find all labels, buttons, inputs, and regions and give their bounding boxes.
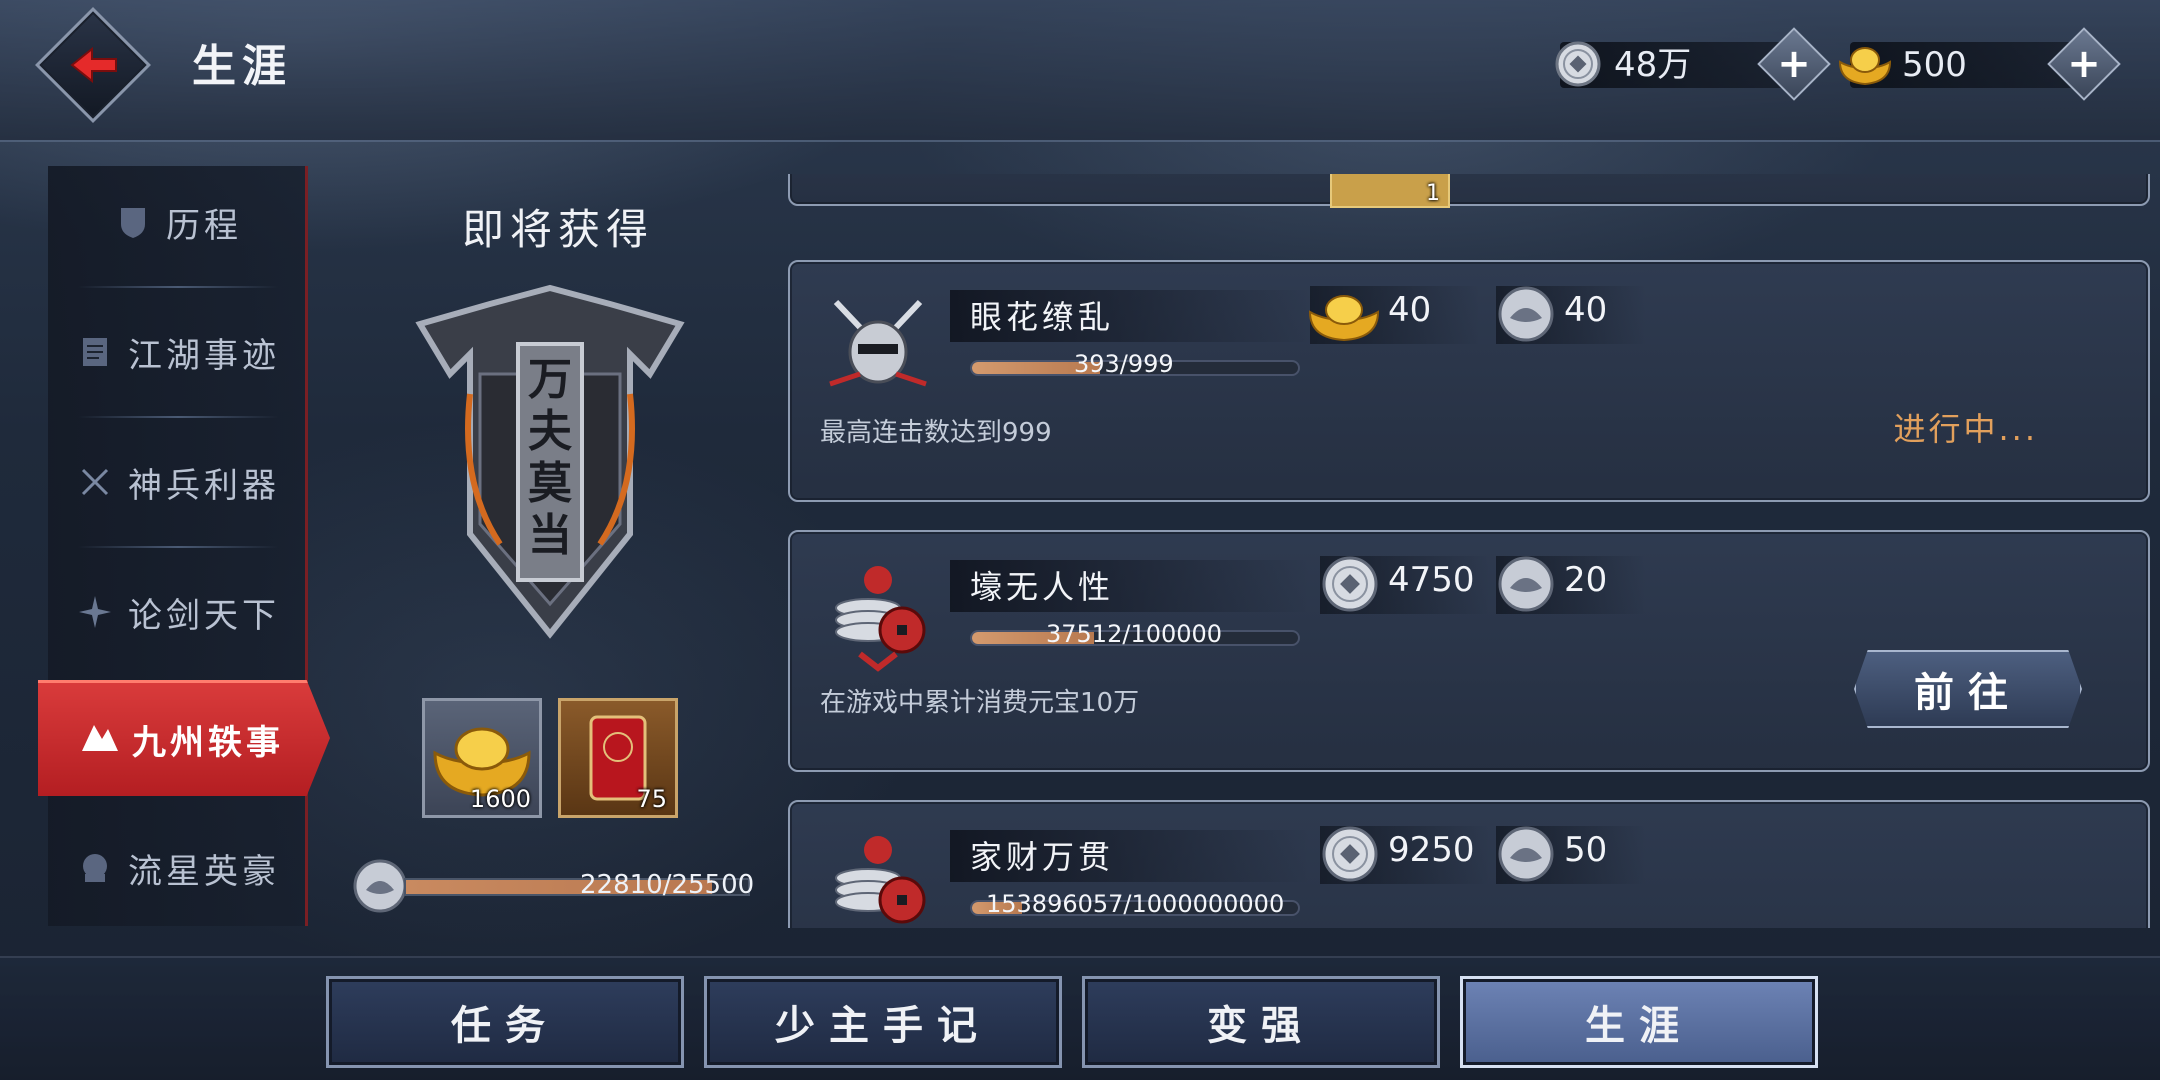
bottom-nav-bar bbox=[0, 956, 2160, 1080]
achievement-card: 1 bbox=[788, 174, 2150, 208]
reward-value: 50 bbox=[1564, 830, 1608, 870]
reward-value: 9250 bbox=[1388, 830, 1475, 870]
mountain-icon bbox=[80, 717, 120, 762]
nav-tab-notes[interactable]: 少主手记 bbox=[704, 976, 1062, 1068]
item-count: 1600 bbox=[469, 785, 531, 813]
achievement-description: 最高连击数达到999 bbox=[820, 418, 1052, 448]
sidebar-item-label: 江湖事迹 bbox=[128, 335, 280, 376]
lotus-coin-icon bbox=[1496, 554, 1556, 614]
reward-item-banner[interactable]: 75 bbox=[558, 698, 678, 818]
gold-ingot-icon bbox=[1836, 38, 1894, 90]
goto-button[interactable]: 前往 bbox=[1854, 650, 2082, 728]
masked-face-icon bbox=[820, 288, 936, 404]
achievement-title: 家财万贯 bbox=[970, 838, 1115, 876]
reward-value: 40 bbox=[1388, 290, 1432, 330]
nav-tab-strengthen[interactable]: 变强 bbox=[1082, 976, 1440, 1068]
achievement-card: 壕无人性 37512/100000 在游戏中累计消费元宝10万 4750 20 … bbox=[788, 530, 2150, 772]
nav-tab-career[interactable]: 生涯 bbox=[1460, 976, 1818, 1068]
reward-item-thumb: 1 bbox=[1330, 174, 1450, 208]
sidebar-item-label: 论剑天下 bbox=[128, 595, 280, 636]
back-arrow-icon bbox=[54, 24, 136, 106]
achievement-progress-text: 37512/100000 bbox=[1046, 620, 1223, 648]
silver-coin-icon bbox=[1320, 824, 1380, 884]
silver-value: 48万 bbox=[1614, 45, 1692, 85]
sidebar-item-history[interactable]: 历程 bbox=[48, 158, 308, 286]
lotus-coin-icon bbox=[1496, 824, 1556, 884]
sidebar-item-label: 流星英豪 bbox=[128, 851, 280, 892]
badge-text: 万夫莫当 bbox=[528, 354, 572, 561]
achievement-title: 壕无人性 bbox=[970, 568, 1115, 606]
status-in-progress: 进行中... bbox=[1893, 410, 2038, 448]
sidebar-item-heroes[interactable]: 流星英豪 bbox=[48, 804, 308, 932]
gold-ingot-icon bbox=[1306, 284, 1382, 344]
preview-title: 即将获得 bbox=[462, 205, 655, 254]
title-badge: 万夫莫当 bbox=[400, 284, 700, 654]
gold-value: 500 bbox=[1902, 45, 1967, 85]
sidebar-item-jianghu[interactable]: 江湖事迹 bbox=[48, 288, 308, 416]
crossed-swords-icon bbox=[76, 463, 114, 501]
achievement-card: 眼花缭乱 393/999 最高连击数达到999 40 40 进行中... bbox=[788, 260, 2150, 502]
reward-value: 40 bbox=[1564, 290, 1608, 330]
achievement-list[interactable]: 1 眼花缭乱 393/999 最高连击数达到999 40 40 进行中... 壕… bbox=[780, 174, 2160, 928]
sidebar-item-label: 神兵利器 bbox=[128, 465, 280, 506]
silver-coin-icon bbox=[1320, 554, 1380, 614]
reward-value: 4750 bbox=[1388, 560, 1475, 600]
coin-stack-icon bbox=[820, 558, 936, 674]
helmet-icon bbox=[76, 849, 114, 887]
sidebar-item-weapons[interactable]: 神兵利器 bbox=[48, 418, 308, 546]
sidebar-item-anecdotes[interactable]: 九州轶事 bbox=[38, 680, 330, 796]
sidebar-item-label: 历程 bbox=[166, 205, 242, 246]
achievement-card: 家财万贯 153896057/1000000000 9250 50 bbox=[788, 800, 2150, 928]
item-count: 75 bbox=[636, 785, 667, 813]
nav-tab-tasks[interactable]: 任务 bbox=[326, 976, 684, 1068]
lotus-coin-icon bbox=[1496, 284, 1556, 344]
sidebar-item-duel[interactable]: 论剑天下 bbox=[48, 548, 308, 676]
plus-icon: + bbox=[1777, 41, 1811, 87]
scroll-icon bbox=[76, 333, 114, 371]
reward-item-gold[interactable]: 1600 bbox=[422, 698, 542, 818]
achievement-progress-text: 393/999 bbox=[1074, 350, 1174, 378]
reward-value: 20 bbox=[1564, 560, 1608, 600]
achievement-description: 在游戏中累计消费元宝10万 bbox=[820, 688, 1140, 718]
achievement-progress-text: 153896057/1000000000 bbox=[986, 890, 1285, 918]
silver-coin-icon bbox=[1554, 40, 1602, 88]
career-progress-text: 22810/25500 bbox=[580, 870, 755, 900]
page-title: 生涯 bbox=[192, 41, 292, 92]
achievement-title: 眼花缭乱 bbox=[970, 298, 1115, 336]
plus-icon: + bbox=[2067, 41, 2101, 87]
coin-stack-icon bbox=[820, 828, 936, 928]
lotus-coin-icon bbox=[352, 858, 408, 914]
star-burst-icon bbox=[76, 593, 114, 631]
sidebar-item-label: 九州轶事 bbox=[132, 723, 284, 763]
shield-icon bbox=[114, 203, 152, 241]
